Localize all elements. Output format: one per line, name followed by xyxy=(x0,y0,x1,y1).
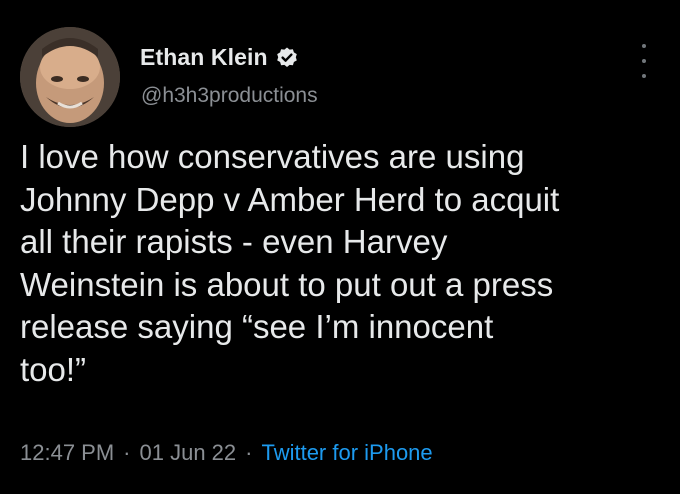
tweet-meta: 12:47 PM · 01 Jun 22 · Twitter for iPhon… xyxy=(20,440,433,466)
more-options-icon[interactable] xyxy=(633,44,655,78)
more-dot xyxy=(642,59,646,63)
tweet-time[interactable]: 12:47 PM xyxy=(20,440,114,466)
meta-separator: · xyxy=(245,440,253,465)
tweet-card: Ethan Klein @h3h3productions I love how … xyxy=(0,0,680,494)
avatar[interactable] xyxy=(20,27,120,127)
meta-separator: · xyxy=(123,440,131,465)
tweet-text: I love how conservatives are using Johnn… xyxy=(20,138,560,388)
user-handle[interactable]: @h3h3productions xyxy=(141,84,318,108)
tweet-date[interactable]: 01 Jun 22 xyxy=(140,440,237,466)
more-dot xyxy=(642,44,646,48)
more-dot xyxy=(642,74,646,78)
author-name-row: Ethan Klein xyxy=(140,44,299,71)
display-name[interactable]: Ethan Klein xyxy=(140,44,268,71)
tweet-source-link[interactable]: Twitter for iPhone xyxy=(261,440,432,466)
verified-badge-icon xyxy=(275,46,299,70)
